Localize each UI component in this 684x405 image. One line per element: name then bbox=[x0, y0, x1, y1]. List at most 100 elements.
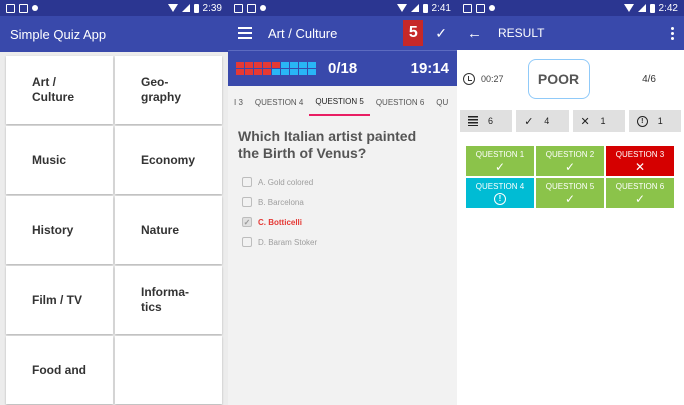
question-result-label: QUESTION 3 bbox=[615, 149, 665, 159]
image-icon bbox=[19, 3, 28, 13]
cross-icon: ✕ bbox=[580, 115, 590, 128]
notification-icons bbox=[463, 3, 495, 13]
category-tile[interactable]: Food and bbox=[6, 336, 113, 404]
notification-icon bbox=[234, 3, 243, 13]
more-options-icon[interactable] bbox=[671, 26, 674, 40]
question-tab[interactable]: QUESTION 5 bbox=[309, 88, 370, 116]
score: 4/6 bbox=[642, 73, 656, 85]
wifi-icon bbox=[396, 4, 407, 12]
stat-correct: ✓ 4 bbox=[516, 110, 569, 132]
app-title: Simple Quiz App bbox=[10, 26, 107, 42]
category-tile[interactable]: History bbox=[6, 196, 113, 264]
question-number-badge: 5 bbox=[403, 20, 424, 46]
question-result-cell[interactable]: QUESTION 5 ✓ bbox=[536, 178, 604, 208]
question-result-cell[interactable]: QUESTION 4! bbox=[466, 178, 534, 208]
progress-bar-row: 0/18 19:14 bbox=[228, 50, 457, 86]
question-tab[interactable]: QUESTION 6 bbox=[370, 88, 430, 116]
answer-option[interactable]: ✓ C. Botticelli bbox=[242, 212, 457, 232]
category-tile[interactable]: Art / Culture bbox=[6, 56, 113, 124]
category-tile[interactable]: Geo- graphy bbox=[115, 56, 222, 124]
question-result-cell[interactable]: QUESTION 1 ✓ bbox=[466, 146, 534, 176]
category-tile[interactable]: Informa- tics bbox=[115, 266, 222, 334]
submit-check-icon[interactable]: ✓ bbox=[435, 25, 447, 42]
status-bar: 2:42 bbox=[457, 0, 684, 16]
overview-cell bbox=[290, 62, 298, 68]
question-result-cell[interactable]: QUESTION 2 ✓ bbox=[536, 146, 604, 176]
signal-icon bbox=[410, 4, 419, 12]
check-icon: ✓ bbox=[524, 115, 534, 128]
question-result-label: QUESTION 6 bbox=[615, 181, 665, 191]
question-result-grid: QUESTION 1 ✓ QUESTION 2 ✓ QUESTION 3 ✕ QUESTIO… bbox=[466, 146, 684, 208]
question-result-cell[interactable]: QUESTION 6 ✓ bbox=[606, 178, 674, 208]
stat-wrong-value: 1 bbox=[600, 116, 606, 126]
result-screen: 2:42 ← RESULT 00:27 POOR 4/6 6 ✓ 4 ✕ 1 !… bbox=[457, 0, 684, 405]
answer-label: C. Botticelli bbox=[258, 217, 303, 227]
screenshot-collage: 2:39 Simple Quiz App Art / Culture Geo- g… bbox=[0, 0, 684, 405]
checkbox[interactable] bbox=[242, 197, 252, 207]
battery-icon bbox=[193, 3, 199, 13]
question-result-label: QUESTION 5 bbox=[545, 181, 595, 191]
answer-option[interactable]: B. Barcelona bbox=[242, 192, 457, 212]
category-tile[interactable]: Music bbox=[6, 126, 113, 194]
answered-count: 0/18 bbox=[328, 60, 358, 77]
overview-cell bbox=[254, 69, 262, 75]
check-icon: ✓ bbox=[564, 159, 576, 174]
question-result-label: QUESTION 4 bbox=[475, 181, 525, 191]
overview-cell bbox=[299, 69, 307, 75]
category-tile[interactable] bbox=[115, 336, 222, 404]
menu-icon[interactable] bbox=[238, 27, 252, 39]
overview-cell bbox=[263, 69, 271, 75]
status-time: 2:41 bbox=[431, 2, 451, 14]
app-bar: Simple Quiz App bbox=[0, 16, 228, 52]
stat-total: 6 bbox=[460, 110, 513, 132]
notification-icon bbox=[6, 3, 15, 13]
question-tabs: I 3 QUESTION 4 QUESTION 5 QUESTION 6 QU bbox=[228, 88, 457, 116]
question-tab[interactable]: QU bbox=[430, 88, 454, 116]
overview-cell bbox=[245, 69, 253, 75]
category-tile[interactable]: Economy bbox=[115, 126, 222, 194]
clock-icon bbox=[463, 73, 475, 85]
answer-label: D. Baram Stoker bbox=[258, 237, 318, 247]
category-tile[interactable]: Film / TV bbox=[6, 266, 113, 334]
status-bar: 2:39 bbox=[0, 0, 228, 16]
overview-cell bbox=[263, 62, 271, 68]
wifi-icon bbox=[167, 4, 178, 12]
stat-total-value: 6 bbox=[488, 116, 494, 126]
overview-cell bbox=[236, 69, 244, 75]
overview-cell bbox=[281, 62, 289, 68]
category-screen: 2:39 Simple Quiz App Art / Culture Geo- g… bbox=[0, 0, 228, 405]
notification-icons bbox=[234, 3, 266, 13]
answer-list: A. Gold colored B. Barcelona ✓ C. Botticell… bbox=[242, 172, 457, 252]
answer-label: A. Gold colored bbox=[258, 177, 314, 187]
checkbox[interactable] bbox=[242, 237, 252, 247]
answer-option[interactable]: D. Baram Stoker bbox=[242, 232, 457, 252]
cross-icon: ✕ bbox=[634, 159, 646, 174]
question-result-label: QUESTION 1 bbox=[475, 149, 525, 159]
quiz-timer: 19:14 bbox=[410, 60, 449, 77]
checkbox[interactable] bbox=[242, 177, 252, 187]
notification-icons bbox=[6, 3, 38, 13]
exclamation-icon: ! bbox=[494, 192, 506, 205]
image-icon bbox=[476, 3, 485, 13]
result-summary: 00:27 POOR 4/6 bbox=[457, 54, 684, 104]
check-icon: ✓ bbox=[634, 191, 646, 206]
category-grid: Art / Culture Geo- graphy Music Economy Hist… bbox=[0, 52, 228, 405]
record-icon bbox=[32, 4, 38, 11]
signal-icon bbox=[637, 4, 646, 12]
checkbox[interactable]: ✓ bbox=[242, 217, 252, 227]
question-tab[interactable]: I 3 bbox=[228, 88, 249, 116]
stat-skipped-value: 1 bbox=[657, 116, 663, 126]
notification-icon bbox=[463, 3, 472, 13]
question-result-cell[interactable]: QUESTION 3 ✕ bbox=[606, 146, 674, 176]
overview-cell bbox=[308, 62, 316, 68]
question-tab[interactable]: QUESTION 4 bbox=[249, 88, 309, 116]
back-arrow-icon[interactable]: ← bbox=[467, 25, 482, 42]
category-tile[interactable]: Nature bbox=[115, 196, 222, 264]
check-icon: ✓ bbox=[494, 159, 506, 174]
overview-cell bbox=[308, 69, 316, 75]
question-text: Which Italian artist painted the Birth o… bbox=[238, 128, 417, 161]
grade-badge: POOR bbox=[527, 59, 590, 99]
list-icon bbox=[468, 116, 478, 126]
answer-option[interactable]: A. Gold colored bbox=[242, 172, 457, 192]
result-title: RESULT bbox=[498, 26, 545, 40]
